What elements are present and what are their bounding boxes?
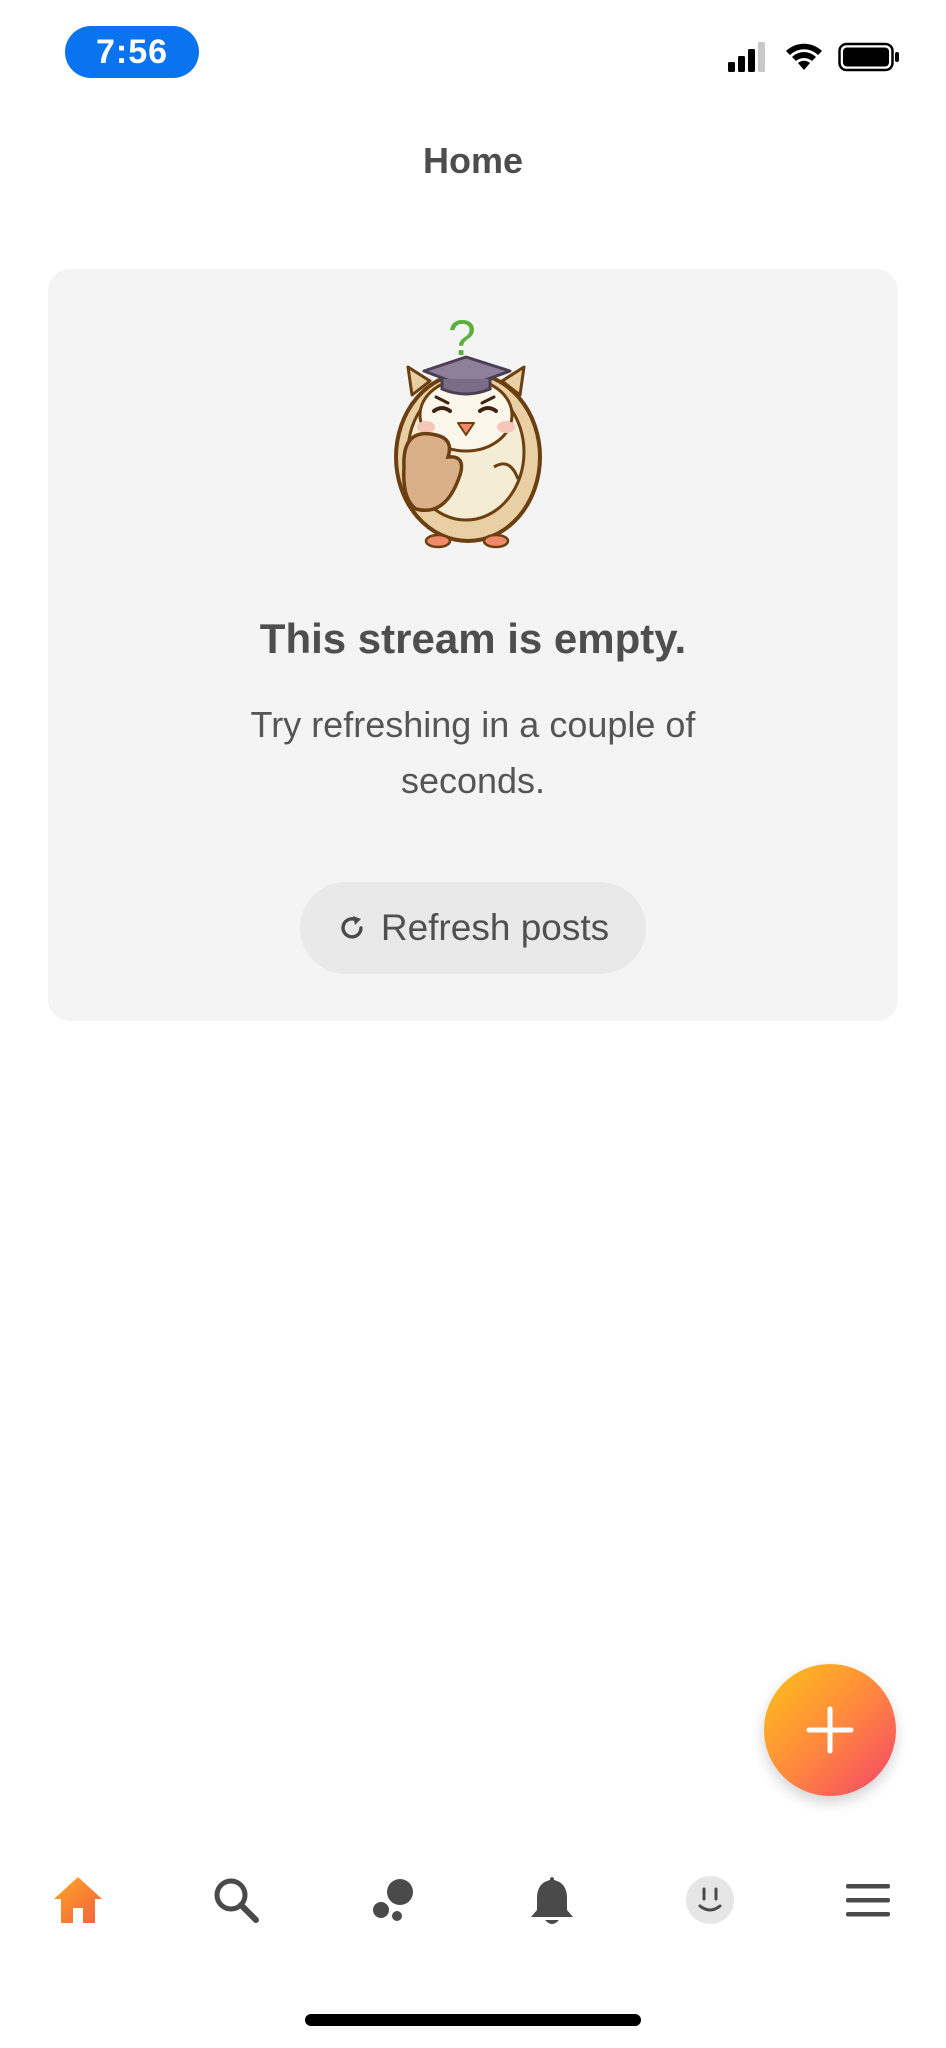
avatar-icon bbox=[686, 1876, 734, 1924]
compose-fab-button[interactable] bbox=[764, 1664, 896, 1796]
refresh-posts-button[interactable]: Refresh posts bbox=[300, 882, 646, 974]
battery-icon bbox=[838, 42, 899, 72]
nav-notifications[interactable] bbox=[512, 1850, 592, 1950]
home-indicator[interactable] bbox=[305, 2014, 641, 2026]
status-icons bbox=[726, 42, 900, 72]
page-title: Home bbox=[422, 140, 524, 181]
top-header: Home bbox=[0, 130, 946, 200]
hamburger-icon bbox=[846, 1884, 890, 1917]
nav-search[interactable] bbox=[196, 1850, 276, 1950]
cellular-signal-icon bbox=[728, 42, 765, 72]
empty-stream-card: ? This stream is empty. Try refreshing i… bbox=[48, 269, 898, 1021]
sliders-icon bbox=[851, 141, 899, 189]
bell-icon bbox=[531, 1877, 573, 1924]
nav-menu[interactable] bbox=[828, 1850, 908, 1950]
filter-button[interactable] bbox=[848, 138, 902, 192]
empty-message: Try refreshing in a couple of seconds. bbox=[250, 704, 696, 801]
home-icon bbox=[54, 1877, 102, 1923]
empty-title: This stream is empty. bbox=[259, 615, 687, 662]
refresh-posts-label: Refresh posts bbox=[380, 907, 610, 948]
nav-home[interactable] bbox=[38, 1850, 118, 1950]
nav-groups[interactable] bbox=[354, 1850, 434, 1950]
bubbles-icon bbox=[373, 1879, 413, 1921]
plus-icon bbox=[806, 1706, 854, 1754]
confused-owl-illustration: ? bbox=[394, 310, 542, 549]
refresh-icon bbox=[341, 916, 363, 939]
bottom-nav bbox=[0, 1850, 946, 1950]
nav-profile[interactable] bbox=[670, 1850, 750, 1950]
status-time: 7:56 bbox=[65, 26, 199, 78]
status-bar: 7:56 bbox=[0, 0, 946, 100]
wifi-icon bbox=[786, 43, 822, 70]
search-icon bbox=[214, 1878, 259, 1923]
